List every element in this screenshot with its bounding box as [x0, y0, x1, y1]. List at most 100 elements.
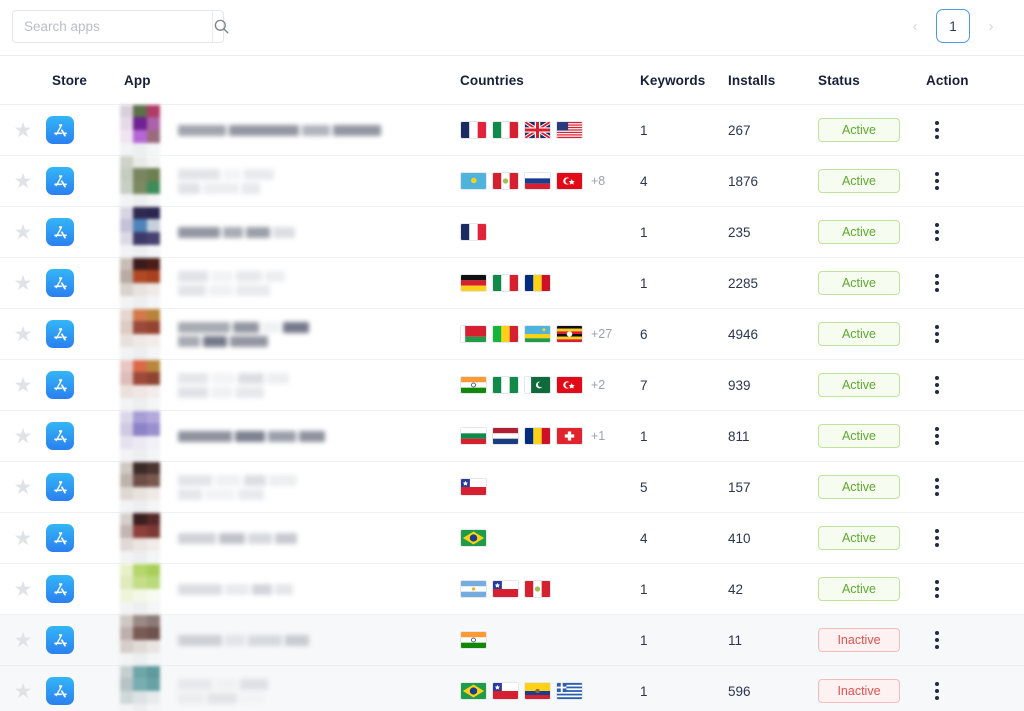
status-cell: Active: [818, 169, 926, 193]
flag-icon-pe: [492, 172, 519, 190]
status-cell: Active: [818, 322, 926, 346]
app-cell[interactable]: [120, 308, 460, 360]
app-cell[interactable]: [120, 563, 460, 615]
app-cell[interactable]: [120, 512, 460, 564]
app-name-redacted: [178, 430, 325, 442]
action-cell: [926, 525, 1024, 551]
app-store-icon: [46, 473, 120, 501]
row-actions-menu-icon[interactable]: [926, 576, 948, 602]
row-actions-menu-icon[interactable]: [926, 678, 948, 704]
table-row[interactable]: ★ +8 4 1876 Active: [0, 155, 1024, 207]
flag-icon-in: [460, 631, 487, 649]
favorite-star-icon[interactable]: ★: [0, 171, 46, 192]
pagination-prev-button[interactable]: ‹: [902, 9, 928, 43]
countries-cell: +8: [460, 172, 640, 190]
column-header-action: Action: [926, 72, 969, 88]
search-box[interactable]: [12, 10, 229, 43]
favorite-star-icon[interactable]: ★: [0, 426, 46, 447]
flag-icon-ng: [492, 376, 519, 394]
flag-icon-de: [460, 274, 487, 292]
column-header-status: Status: [818, 72, 860, 88]
favorite-star-icon[interactable]: ★: [0, 528, 46, 549]
table-row[interactable]: ★ 5 157 Active: [0, 461, 1024, 513]
action-cell: [926, 423, 1024, 449]
table-row[interactable]: ★ 4 410 Active: [0, 512, 1024, 564]
pagination-page-1[interactable]: 1: [936, 9, 970, 43]
favorite-star-icon[interactable]: ★: [0, 120, 46, 141]
table-row[interactable]: ★ +1 1 811 Active: [0, 410, 1024, 462]
table-row[interactable]: ★ 1 11 Inactive: [0, 614, 1024, 666]
countries-cell: [460, 121, 640, 139]
keywords-count: 5: [640, 479, 648, 495]
row-actions-menu-icon[interactable]: [926, 270, 948, 296]
status-badge: Active: [818, 475, 900, 499]
favorite-star-icon[interactable]: ★: [0, 681, 46, 702]
countries-cell: [460, 580, 640, 598]
table-row[interactable]: ★ 1 2285 Active: [0, 257, 1024, 309]
favorite-star-icon[interactable]: ★: [0, 273, 46, 294]
countries-cell: [460, 529, 640, 547]
row-actions-menu-icon[interactable]: [926, 627, 948, 653]
table-row[interactable]: ★ 1 596 Inactive: [0, 665, 1024, 711]
app-store-icon: [46, 677, 120, 705]
installs-count: 267: [728, 122, 751, 138]
flag-icon-fr: [460, 223, 487, 241]
row-actions-menu-icon[interactable]: [926, 219, 948, 245]
row-actions-menu-icon[interactable]: [926, 168, 948, 194]
app-cell[interactable]: [120, 206, 460, 258]
row-actions-menu-icon[interactable]: [926, 525, 948, 551]
flag-icon-pk: [524, 376, 551, 394]
app-cell[interactable]: [120, 155, 460, 207]
flag-icon-cl: [460, 478, 487, 496]
table-row[interactable]: ★ 1 42 Active: [0, 563, 1024, 615]
status-cell: Active: [818, 475, 926, 499]
toolbar: ‹ 1 ›: [0, 0, 1024, 56]
countries-cell: +27: [460, 325, 640, 343]
action-cell: [926, 219, 1024, 245]
app-cell[interactable]: [120, 410, 460, 462]
row-actions-menu-icon[interactable]: [926, 372, 948, 398]
pagination-next-button[interactable]: ›: [978, 9, 1004, 43]
row-actions-menu-icon[interactable]: [926, 117, 948, 143]
status-badge: Inactive: [818, 679, 900, 703]
app-icon-redacted: [120, 512, 160, 564]
app-icon-redacted: [120, 461, 160, 513]
table-row[interactable]: ★ +27 6 4946 Active: [0, 308, 1024, 360]
flag-icon-ml: [492, 325, 519, 343]
action-cell: [926, 372, 1024, 398]
row-actions-menu-icon[interactable]: [926, 423, 948, 449]
countries-cell: +1: [460, 427, 640, 445]
pagination: ‹ 1 ›: [902, 9, 1004, 43]
app-cell[interactable]: [120, 614, 460, 666]
flag-icon-cl: [492, 682, 519, 700]
countries-overflow-count: +8: [591, 174, 606, 188]
keywords-count: 1: [640, 581, 648, 597]
app-cell[interactable]: [120, 461, 460, 513]
table-row[interactable]: ★ 1 267 Active: [0, 104, 1024, 156]
favorite-star-icon[interactable]: ★: [0, 477, 46, 498]
favorite-star-icon[interactable]: ★: [0, 375, 46, 396]
app-name-redacted: [178, 678, 268, 704]
app-cell[interactable]: [120, 665, 460, 711]
favorite-star-icon[interactable]: ★: [0, 324, 46, 345]
countries-cell: +2: [460, 376, 640, 394]
app-cell[interactable]: [120, 257, 460, 309]
app-cell[interactable]: [120, 359, 460, 411]
installs-count: 4946: [728, 326, 759, 342]
status-cell: Active: [818, 424, 926, 448]
favorite-star-icon[interactable]: ★: [0, 222, 46, 243]
flag-icon-ro: [524, 274, 551, 292]
app-store-icon: [46, 524, 120, 552]
table-row[interactable]: ★ 1 235 Active: [0, 206, 1024, 258]
row-actions-menu-icon[interactable]: [926, 321, 948, 347]
favorite-star-icon[interactable]: ★: [0, 630, 46, 651]
status-cell: Active: [818, 526, 926, 550]
app-cell[interactable]: [120, 104, 460, 156]
row-actions-menu-icon[interactable]: [926, 474, 948, 500]
table-row[interactable]: ★ +2 7 939 Active: [0, 359, 1024, 411]
search-button[interactable]: [212, 11, 230, 42]
search-input[interactable]: [13, 11, 212, 42]
search-icon: [213, 18, 230, 35]
flag-icon-bg: [460, 427, 487, 445]
favorite-star-icon[interactable]: ★: [0, 579, 46, 600]
